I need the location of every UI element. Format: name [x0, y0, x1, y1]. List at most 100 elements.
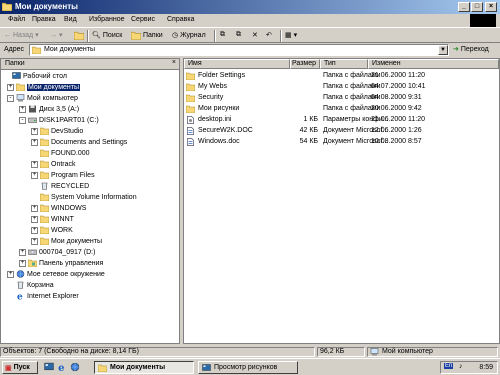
- expand-icon[interactable]: +: [19, 259, 26, 267]
- tree-item[interactable]: RECYCLED: [31, 181, 89, 191]
- tree-item[interactable]: System Volume Information: [31, 192, 137, 202]
- tree-item[interactable]: + Диск 3,5 (A:): [19, 104, 79, 114]
- address-dropdown-button[interactable]: ▼: [438, 45, 448, 55]
- up-button[interactable]: [74, 31, 84, 40]
- file-row[interactable]: Мои рисунки Папка с файлами 20.06.2000 9:4…: [184, 104, 499, 114]
- folder-icon: [186, 83, 195, 91]
- tree-item[interactable]: + Мои документы: [7, 82, 81, 92]
- file-row[interactable]: SecureW2K.DOC 42 КБ Документ Microsof... 12…: [184, 126, 499, 136]
- tree-item[interactable]: + WORK: [31, 225, 73, 235]
- folders-button[interactable]: Папки: [131, 31, 163, 40]
- column-header-name[interactable]: Имя: [184, 59, 290, 69]
- menu-view[interactable]: Вид: [64, 16, 77, 23]
- undo-button[interactable]: ↶: [266, 31, 272, 39]
- expand-icon[interactable]: +: [19, 248, 26, 256]
- forward-arrow-icon: →: [50, 31, 57, 39]
- forward-button[interactable]: → ▾: [50, 31, 63, 40]
- tree-item[interactable]: + WINDOWS: [31, 203, 86, 213]
- tree-item[interactable]: Рабочий стол: [3, 71, 67, 81]
- volume-icon[interactable]: ♪: [459, 363, 463, 370]
- file-modified: 10.08.2000 8:57: [371, 138, 422, 145]
- history-button[interactable]: ◷ Журнал: [172, 31, 206, 40]
- tree-item-label: Панель управления: [39, 259, 104, 267]
- expand-icon[interactable]: +: [31, 160, 38, 168]
- file-row[interactable]: Windows.doc 54 КБ Документ Microsof... 10.0…: [184, 137, 499, 147]
- tree-item[interactable]: + DevStudio: [31, 126, 83, 136]
- folder-icon: [186, 105, 195, 113]
- delete-icon: ✕: [252, 32, 258, 39]
- menu-edit[interactable]: Правка: [32, 16, 56, 23]
- folders-pane: Папки × Рабочий стол + Мои документы - Мой к…: [0, 58, 180, 344]
- outlook-icon[interactable]: [70, 362, 80, 372]
- views-button[interactable]: ▦ ▾: [285, 31, 297, 39]
- collapse-icon[interactable]: -: [19, 116, 26, 124]
- language-indicator-icon[interactable]: En: [444, 363, 454, 369]
- expand-icon[interactable]: +: [31, 127, 38, 135]
- file-size: 54 КБ: [299, 138, 318, 145]
- expand-icon[interactable]: +: [31, 237, 38, 245]
- minimize-button[interactable]: _: [458, 2, 470, 12]
- tree-item-label: Internet Explorer: [27, 292, 79, 300]
- start-label: Пуск: [13, 364, 30, 371]
- tree-item[interactable]: + Documents and Settings: [31, 137, 127, 147]
- windows-flag-icon: ▣: [5, 364, 12, 372]
- go-button[interactable]: ➜ Переход: [453, 45, 489, 54]
- tree-item[interactable]: Internet Explorer: [7, 291, 79, 301]
- desktop-icon[interactable]: [44, 362, 54, 372]
- ie-icon: [16, 292, 25, 300]
- menu-file[interactable]: Файл: [8, 16, 25, 23]
- close-icon[interactable]: ×: [172, 59, 176, 66]
- maximize-button[interactable]: □: [471, 2, 483, 12]
- clock: 8:59: [479, 364, 493, 371]
- column-header-size[interactable]: Размер: [290, 59, 320, 69]
- history-icon: ◷: [172, 32, 179, 39]
- task-image-viewer[interactable]: Просмотр рисунков: [198, 361, 298, 374]
- tree-item[interactable]: Корзина: [7, 280, 54, 290]
- expand-icon[interactable]: +: [19, 105, 26, 113]
- copy-to-button[interactable]: ⧉: [236, 31, 241, 39]
- expand-icon[interactable]: +: [31, 215, 38, 223]
- tree-item[interactable]: + Мои документы: [31, 236, 102, 246]
- ie-icon[interactable]: [57, 362, 67, 372]
- tree-item-label: Мои документы: [27, 83, 81, 91]
- tree-item[interactable]: + Мое сетевое окружение: [7, 269, 105, 279]
- start-button[interactable]: ▣ Пуск: [2, 361, 38, 374]
- menu-help[interactable]: Справка: [167, 16, 194, 23]
- expand-icon[interactable]: +: [7, 270, 14, 278]
- search-button[interactable]: 🔍︎ Поиск: [92, 31, 122, 40]
- task-my-documents[interactable]: Мои документы: [94, 361, 194, 374]
- tree-item[interactable]: + WINNT: [31, 214, 74, 224]
- tree-item[interactable]: +000704_0917 (D:): [19, 247, 95, 257]
- tree-item[interactable]: - Мой компьютер: [7, 93, 78, 103]
- close-button[interactable]: ×: [485, 2, 497, 12]
- file-row[interactable]: desktop.ini 1 КБ Параметры конфи... 21.06.2…: [184, 115, 499, 125]
- menu-favorites[interactable]: Избранное: [89, 16, 124, 23]
- tree-item-label: FOUND.000: [51, 149, 90, 157]
- file-modified: 21.06.2000 11:20: [371, 116, 425, 123]
- collapse-icon[interactable]: -: [7, 94, 14, 102]
- menu-tools[interactable]: Сервис: [131, 16, 155, 23]
- move-to-button[interactable]: ⧉: [220, 31, 225, 39]
- delete-button[interactable]: ✕: [252, 31, 258, 39]
- column-header-modified[interactable]: Изменен: [368, 59, 499, 69]
- address-input[interactable]: Мои документы ▼: [29, 44, 449, 56]
- windows-logo-icon: [470, 14, 496, 27]
- tree-item[interactable]: + Панель управления: [19, 258, 103, 268]
- tree-item[interactable]: - DISK1PART01 (C:): [19, 115, 99, 125]
- column-header-type[interactable]: Тип: [320, 59, 368, 69]
- expand-icon[interactable]: +: [31, 226, 38, 234]
- expand-icon[interactable]: +: [31, 204, 38, 212]
- tree-item[interactable]: + Program Files: [31, 170, 95, 180]
- address-label: Адрес: [4, 46, 25, 53]
- tree-item[interactable]: FOUND.000: [31, 148, 90, 158]
- file-row[interactable]: Security Папка с файлами 04.08.2000 9:31: [184, 93, 499, 103]
- file-row[interactable]: My Webs Папка с файлами 04.07.2000 10:41: [184, 82, 499, 92]
- tree-item[interactable]: + Ontrack: [31, 159, 76, 169]
- expand-icon[interactable]: +: [7, 83, 14, 91]
- expand-icon[interactable]: +: [31, 171, 38, 179]
- file-row[interactable]: Folder Settings Папка с файлами 21.06.2000…: [184, 71, 499, 81]
- tree-item-label: DISK1PART01 (C:): [39, 116, 99, 124]
- drive-icon: [28, 116, 37, 124]
- expand-icon[interactable]: +: [31, 138, 38, 146]
- back-button[interactable]: ← Назад ▾: [4, 31, 39, 40]
